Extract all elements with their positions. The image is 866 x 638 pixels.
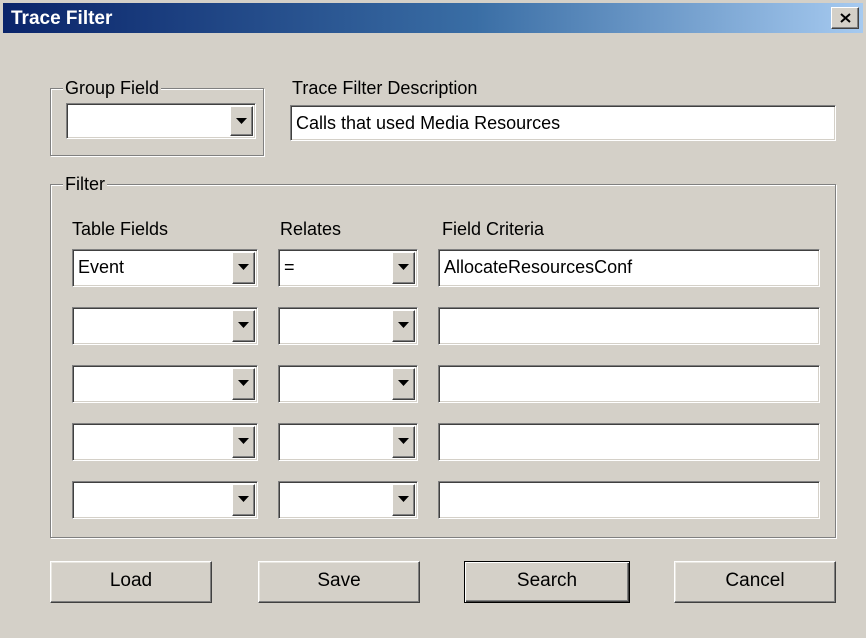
table-field-combo-1[interactable]: Event — [72, 249, 258, 287]
column-header-field-criteria: Field Criteria — [442, 219, 545, 239]
chevron-down-icon — [238, 496, 249, 502]
field-criteria-value-1: AllocateResourcesConf — [444, 257, 633, 277]
title-bar[interactable]: Trace Filter — [3, 3, 863, 33]
group-field-legend: Group Field — [63, 78, 162, 98]
group-field-dropdown-button[interactable] — [230, 106, 253, 136]
table-field-combo-5[interactable] — [72, 481, 258, 519]
relates-dropdown-button-5[interactable] — [392, 484, 415, 516]
chevron-down-icon — [238, 264, 249, 270]
table-field-dropdown-button-2[interactable] — [232, 310, 255, 342]
table-field-dropdown-button-1[interactable] — [232, 252, 255, 284]
relates-value-1: = — [284, 257, 295, 277]
table-field-dropdown-button-3[interactable] — [232, 368, 255, 400]
field-criteria-input-3[interactable] — [438, 365, 820, 403]
group-field-combo[interactable] — [66, 103, 256, 139]
load-button[interactable]: Load — [50, 561, 212, 603]
description-label: Trace Filter Description — [292, 78, 478, 98]
relates-dropdown-button-4[interactable] — [392, 426, 415, 458]
chevron-down-icon — [398, 264, 409, 270]
relates-dropdown-button-3[interactable] — [392, 368, 415, 400]
close-button[interactable] — [831, 7, 859, 29]
table-field-value-1: Event — [78, 257, 125, 277]
description-value: Calls that used Media Resources — [296, 113, 561, 133]
table-field-combo-2[interactable] — [72, 307, 258, 345]
save-button[interactable]: Save — [258, 561, 420, 603]
chevron-down-icon — [398, 380, 409, 386]
chevron-down-icon — [236, 118, 247, 124]
relates-combo-1[interactable]: = — [278, 249, 418, 287]
trace-filter-dialog: Trace Filter Group Field Trace Filter De… — [0, 0, 866, 638]
column-header-table-fields: Table Fields — [72, 219, 169, 239]
table-field-combo-4[interactable] — [72, 423, 258, 461]
chevron-down-icon — [398, 322, 409, 328]
window-title: Trace Filter — [11, 8, 113, 29]
search-button[interactable]: Search — [464, 561, 630, 603]
cancel-button[interactable]: Cancel — [674, 561, 836, 603]
table-field-combo-3[interactable] — [72, 365, 258, 403]
relates-combo-5[interactable] — [278, 481, 418, 519]
chevron-down-icon — [398, 496, 409, 502]
field-criteria-input-5[interactable] — [438, 481, 820, 519]
field-criteria-input-2[interactable] — [438, 307, 820, 345]
relates-combo-4[interactable] — [278, 423, 418, 461]
chevron-down-icon — [238, 438, 249, 444]
column-header-relates: Relates — [280, 219, 342, 239]
relates-dropdown-button-2[interactable] — [392, 310, 415, 342]
close-icon — [840, 13, 851, 23]
relates-dropdown-button-1[interactable] — [392, 252, 415, 284]
relates-combo-2[interactable] — [278, 307, 418, 345]
chevron-down-icon — [238, 380, 249, 386]
field-criteria-input-1[interactable]: AllocateResourcesConf — [438, 249, 820, 287]
table-field-dropdown-button-4[interactable] — [232, 426, 255, 458]
field-criteria-input-4[interactable] — [438, 423, 820, 461]
table-field-dropdown-button-5[interactable] — [232, 484, 255, 516]
chevron-down-icon — [398, 438, 409, 444]
relates-combo-3[interactable] — [278, 365, 418, 403]
filter-legend: Filter — [63, 174, 107, 194]
description-input[interactable]: Calls that used Media Resources — [290, 105, 836, 141]
chevron-down-icon — [238, 322, 249, 328]
